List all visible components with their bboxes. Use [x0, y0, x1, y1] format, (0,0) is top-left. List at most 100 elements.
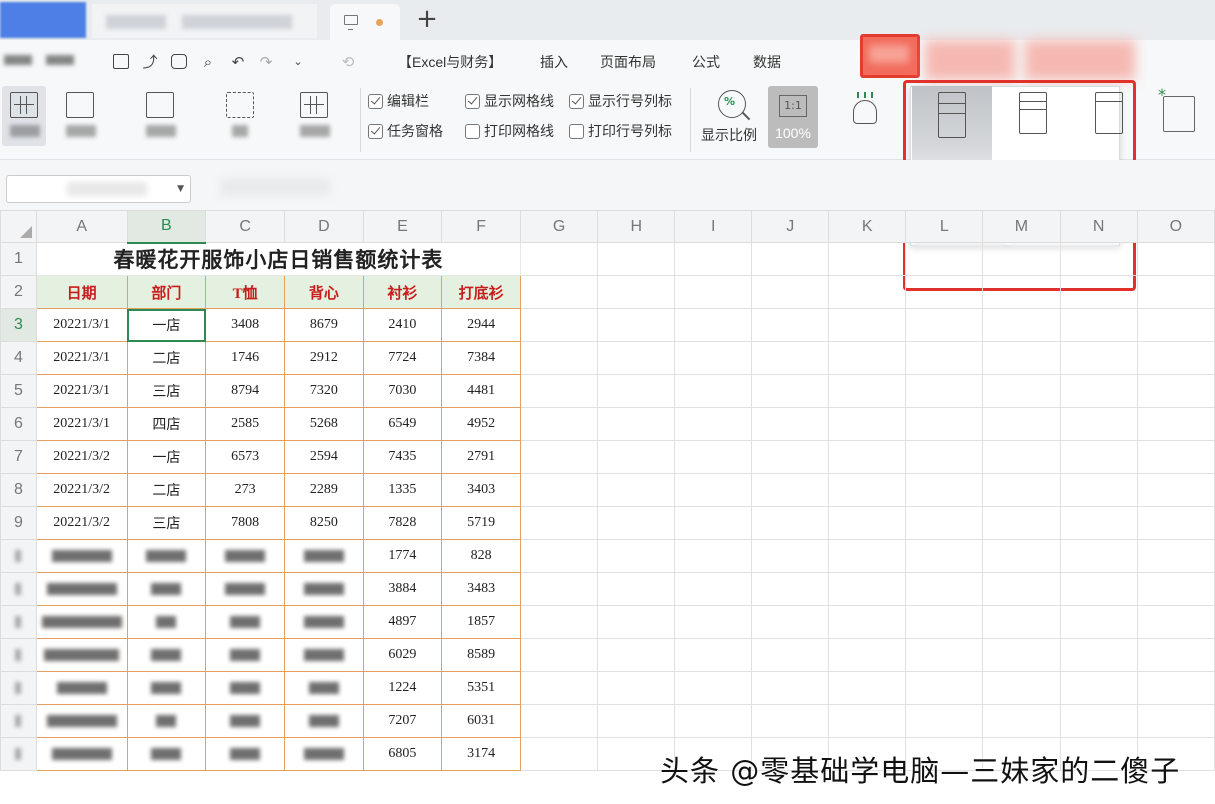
row-header[interactable]: 4 — [0, 341, 37, 375]
checkbox-formula-bar[interactable]: 编辑栏 — [368, 91, 429, 111]
chevron-down-icon[interactable]: ▼ — [177, 184, 184, 194]
data-cell[interactable]: 1857 — [441, 605, 522, 639]
empty-cell[interactable] — [520, 308, 599, 342]
empty-cell[interactable] — [520, 506, 599, 540]
empty-cell[interactable] — [597, 374, 676, 408]
empty-cell[interactable] — [751, 473, 830, 507]
empty-cell[interactable] — [597, 440, 676, 474]
empty-cell[interactable] — [1059, 704, 1138, 738]
empty-cell[interactable] — [982, 605, 1061, 639]
blurred-cell[interactable] — [205, 572, 285, 606]
empty-cell[interactable] — [520, 605, 599, 639]
data-cell[interactable]: 一店 — [126, 440, 207, 474]
data-cell[interactable]: 273 — [205, 473, 285, 507]
data-cell[interactable]: 7435 — [362, 440, 443, 474]
empty-cell[interactable] — [905, 473, 984, 507]
empty-cell[interactable] — [674, 506, 753, 540]
data-cell[interactable]: 6549 — [362, 407, 443, 441]
checkbox-show-gridlines[interactable]: 显示网格线 — [465, 91, 554, 111]
print-icon[interactable] — [171, 54, 187, 69]
empty-cell[interactable] — [1136, 308, 1215, 342]
blurred-cell[interactable] — [283, 671, 364, 705]
empty-cell[interactable] — [1136, 605, 1215, 639]
empty-cell[interactable] — [828, 572, 907, 606]
data-cell[interactable]: 20221/3/2 — [35, 473, 128, 507]
empty-cell[interactable] — [751, 374, 830, 408]
empty-cell[interactable] — [1059, 671, 1138, 705]
blurred-cell[interactable] — [283, 539, 364, 573]
empty-cell[interactable] — [520, 704, 599, 738]
empty-cell[interactable] — [751, 572, 830, 606]
checkbox-task-pane[interactable]: 任务窗格 — [368, 121, 443, 141]
column-header[interactable]: F — [441, 210, 522, 243]
empty-cell[interactable] — [828, 506, 907, 540]
column-header[interactable]: N — [1059, 210, 1138, 243]
empty-cell[interactable] — [828, 341, 907, 375]
data-cell[interactable]: 6029 — [362, 638, 443, 672]
empty-cell[interactable] — [828, 440, 907, 474]
data-cell[interactable]: 20221/3/1 — [35, 407, 128, 441]
data-cell[interactable]: 1224 — [362, 671, 443, 705]
empty-cell[interactable] — [982, 374, 1061, 408]
empty-cell[interactable] — [1136, 473, 1215, 507]
menu-blurred[interactable] — [1025, 40, 1135, 80]
menu-data[interactable]: 数据 — [753, 52, 781, 72]
empty-cell[interactable] — [982, 308, 1061, 342]
data-cell[interactable]: 828 — [441, 539, 522, 573]
checkbox-show-headings[interactable]: 显示行号列标 — [569, 91, 672, 111]
blurred-cell[interactable] — [126, 704, 207, 738]
blurred-cell[interactable] — [126, 638, 207, 672]
blurred-cell[interactable] — [283, 605, 364, 639]
empty-cell[interactable] — [828, 704, 907, 738]
data-cell[interactable]: 三店 — [126, 374, 207, 408]
page-layout-view-icon[interactable] — [146, 92, 174, 118]
data-cell[interactable]: 8250 — [283, 506, 364, 540]
header-cell[interactable]: 背心 — [283, 275, 364, 309]
empty-cell[interactable] — [597, 506, 676, 540]
row-header[interactable]: 7 — [0, 440, 37, 474]
data-cell[interactable]: 6573 — [205, 440, 285, 474]
column-header[interactable]: C — [205, 210, 285, 243]
column-header[interactable]: L — [905, 210, 984, 243]
blurred-cell[interactable] — [35, 539, 128, 573]
empty-cell[interactable] — [905, 704, 984, 738]
split-window-icon[interactable] — [1158, 85, 1195, 132]
empty-cell[interactable] — [1059, 605, 1138, 639]
column-header[interactable]: D — [283, 210, 364, 243]
select-all-corner[interactable] — [0, 210, 37, 243]
menu-formula[interactable]: 公式 — [692, 52, 720, 72]
data-cell[interactable]: 1774 — [362, 539, 443, 573]
empty-cell[interactable] — [674, 539, 753, 573]
menu-insert[interactable]: 插入 — [540, 52, 568, 72]
data-cell[interactable]: 二店 — [126, 341, 207, 375]
empty-cell[interactable] — [828, 374, 907, 408]
empty-cell[interactable] — [982, 704, 1061, 738]
data-cell[interactable]: 8589 — [441, 638, 522, 672]
empty-cell[interactable] — [982, 341, 1061, 375]
row-header-blurred[interactable] — [0, 638, 37, 672]
empty-cell[interactable] — [751, 638, 830, 672]
blurred-cell[interactable] — [205, 704, 285, 738]
header-cell[interactable]: 日期 — [35, 275, 128, 309]
sheet-title-cell[interactable]: 春暖花开服饰小店日销售额统计表 — [35, 242, 522, 276]
data-cell[interactable]: 2289 — [283, 473, 364, 507]
print-preview-icon[interactable]: ⌕ — [198, 52, 218, 72]
data-cell[interactable]: 2912 — [283, 341, 364, 375]
data-cell[interactable]: 1335 — [362, 473, 443, 507]
data-cell[interactable]: 2791 — [441, 440, 522, 474]
empty-cell[interactable] — [520, 341, 599, 375]
row-header[interactable]: 5 — [0, 374, 37, 408]
row-header-blurred[interactable] — [0, 539, 37, 573]
row-header[interactable]: 3 — [0, 308, 37, 342]
data-cell[interactable]: 5719 — [441, 506, 522, 540]
formula-input-blurred[interactable] — [220, 178, 330, 196]
column-header[interactable]: B — [126, 210, 207, 244]
data-cell[interactable]: 3408 — [205, 308, 285, 342]
new-tab-button[interactable]: + — [412, 4, 442, 36]
active-document-tab[interactable] — [330, 4, 400, 40]
empty-cell[interactable] — [597, 308, 676, 342]
name-box[interactable]: ▼ — [6, 175, 191, 203]
empty-cell[interactable] — [1136, 506, 1215, 540]
format-painter-icon[interactable]: ⟲ — [338, 52, 358, 72]
view-tab-highlighted[interactable] — [860, 34, 920, 78]
